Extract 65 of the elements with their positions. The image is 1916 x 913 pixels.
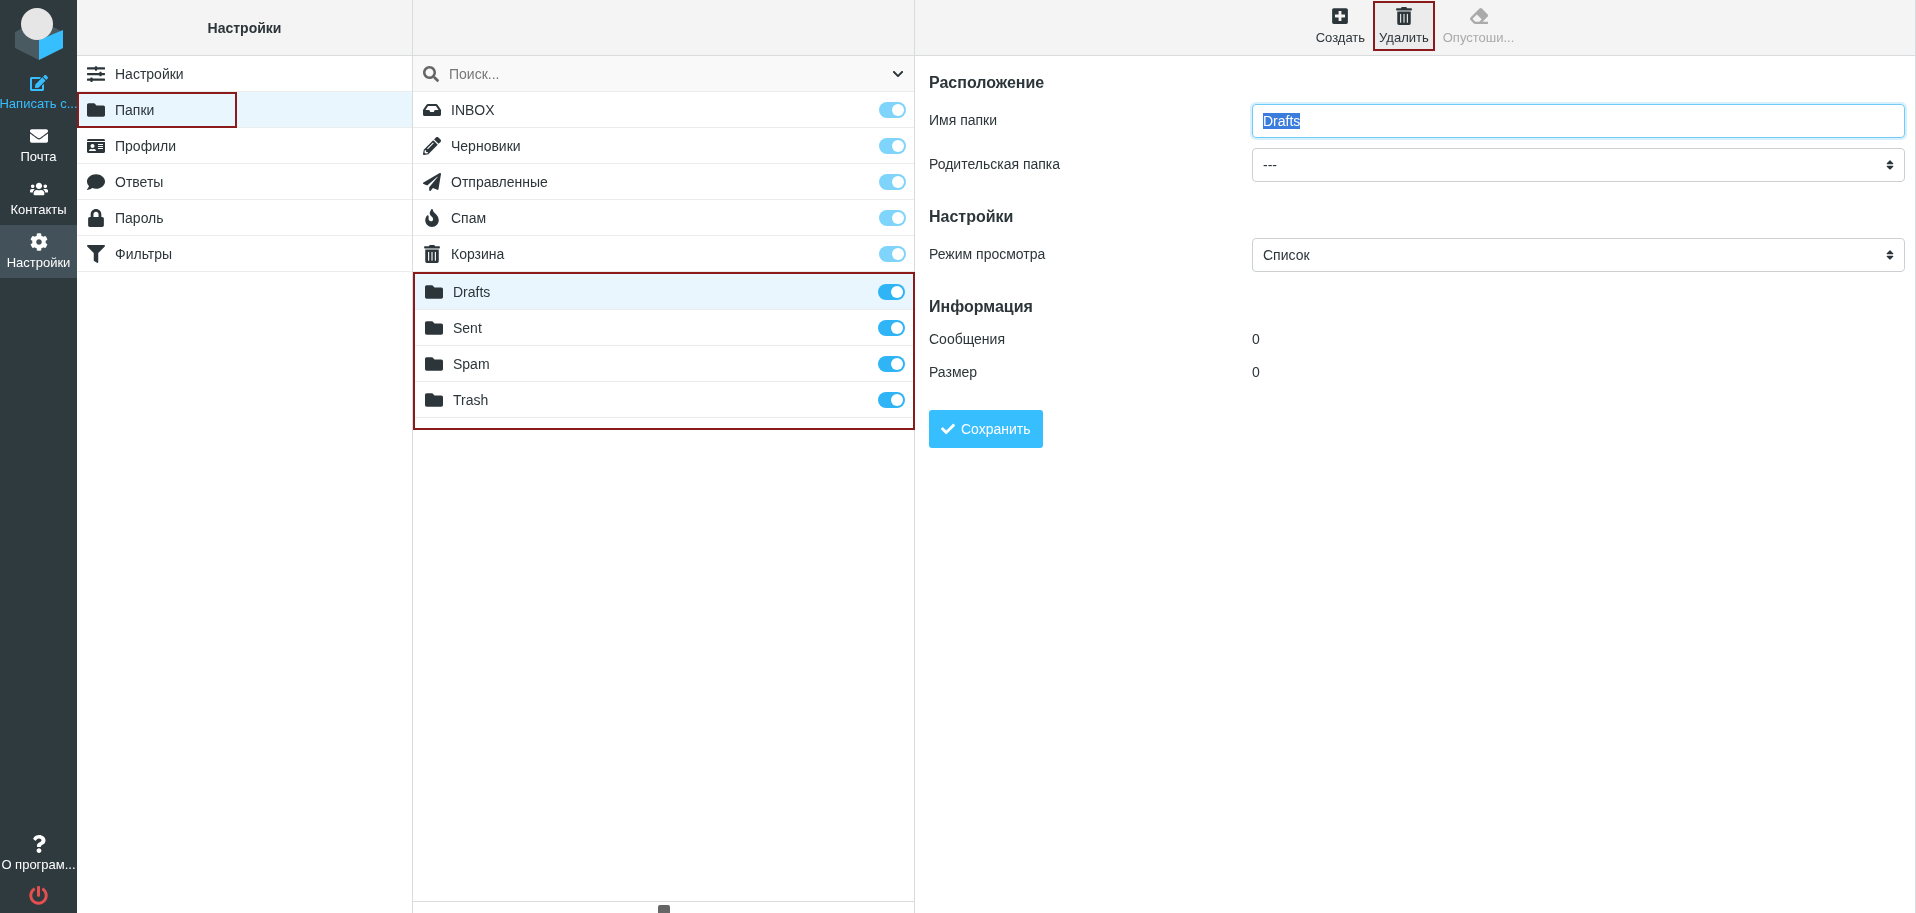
filter-icon	[87, 244, 105, 263]
toolbar-button[interactable]: Удалить	[1373, 1, 1435, 51]
folder-name: Спам	[451, 209, 488, 226]
toolbar-button[interactable]: Создать	[1309, 1, 1372, 51]
plus-icon	[1331, 7, 1350, 25]
trash-icon	[423, 244, 441, 263]
info-value: 0	[1252, 363, 1261, 382]
section-title: Расположение	[929, 74, 1046, 92]
info-label: Размер	[929, 363, 979, 382]
folder-icon	[425, 390, 443, 409]
field-label: Родительская папка	[929, 155, 1062, 172]
sliders-icon	[87, 64, 105, 83]
folder-name: Trash	[453, 391, 490, 408]
select-field[interactable]: ---	[1252, 148, 1905, 182]
search-icon	[423, 65, 439, 82]
folder-row[interactable]: Drafts	[415, 274, 913, 310]
settings-menu-item[interactable]: Папки	[77, 92, 412, 128]
subscribe-toggle[interactable]	[878, 283, 905, 300]
id-card-icon	[87, 136, 105, 155]
gear-icon	[29, 233, 48, 251]
section-title: Информация	[929, 298, 1034, 316]
search-input[interactable]: Поиск...	[447, 64, 884, 83]
folder-name: Drafts	[453, 283, 492, 300]
folder-icon	[425, 318, 443, 337]
lock-icon	[87, 208, 105, 227]
sort-caret-icon	[1884, 159, 1896, 171]
nav-item[interactable]: Написать с...	[0, 66, 77, 119]
field-label: Имя папки	[929, 111, 999, 128]
paper-plane-icon	[423, 172, 441, 191]
trash-icon	[1394, 7, 1413, 25]
search-field[interactable]: Поиск...	[413, 56, 914, 92]
power-icon[interactable]	[29, 886, 48, 905]
folder-name: Отправленные	[451, 173, 549, 190]
subscribe-toggle[interactable]	[878, 391, 905, 408]
envelope-icon	[29, 127, 48, 145]
info-value: 0	[1252, 330, 1261, 349]
flame-icon	[423, 208, 441, 227]
folder-name-field[interactable]: Drafts	[1252, 104, 1905, 138]
speech-bubble-icon	[87, 172, 105, 191]
folder-name: Sent	[453, 319, 483, 336]
subscribe-toggle[interactable]	[878, 319, 905, 336]
compose-icon	[29, 74, 48, 92]
check-icon	[941, 422, 955, 436]
folder-name: Корзина	[451, 245, 506, 262]
section-title: Настройки	[929, 208, 1015, 226]
about-nav-item[interactable]: О програм...	[0, 827, 77, 880]
nav-item[interactable]: Почта	[0, 119, 77, 172]
users-icon	[29, 180, 48, 198]
info-label: Сообщения	[929, 330, 1006, 349]
column-title: Настройки	[207, 19, 282, 36]
nav-item[interactable]: Контакты	[0, 172, 77, 225]
field-label: Режим просмотра	[929, 245, 1047, 262]
sort-caret-icon	[1884, 249, 1896, 261]
folder-icon	[425, 354, 443, 373]
pencil-icon	[423, 136, 441, 155]
select-field[interactable]: Список	[1252, 238, 1905, 272]
nav-item[interactable]: Настройки	[0, 225, 77, 278]
folder-icon	[87, 100, 105, 119]
folder-icon	[425, 282, 443, 301]
eraser-icon	[1469, 7, 1488, 25]
footer-icon[interactable]	[657, 905, 670, 913]
folder-name: Spam	[453, 355, 491, 372]
subscribe-toggle[interactable]	[878, 355, 905, 372]
folder-name: INBOX	[451, 101, 496, 118]
folder-name: Черновики	[451, 137, 522, 154]
